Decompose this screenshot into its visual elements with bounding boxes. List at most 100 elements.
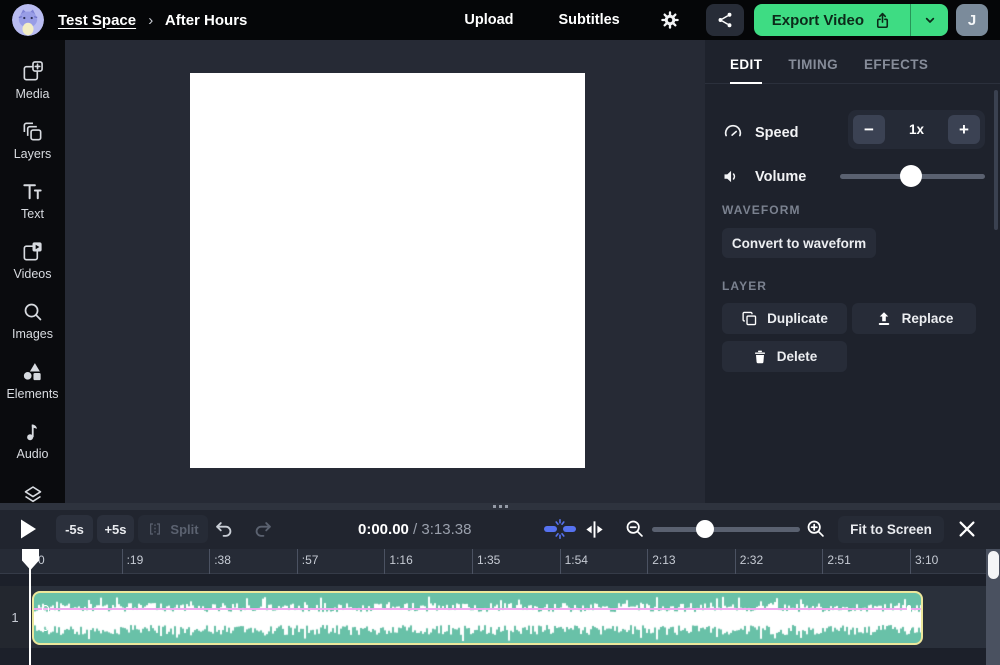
trash-icon [752,349,768,365]
breadcrumb-separator: › [148,12,153,29]
tab-timing[interactable]: TIMING [788,57,838,84]
panel-tabs: EDIT TIMING EFFECTS [705,40,1000,84]
zoom-in-icon [805,518,826,539]
ruler-tick: :57 [297,549,298,574]
time-separator: / [413,521,417,538]
volume-label: Volume [755,169,806,185]
snapping-toggle[interactable] [543,519,577,539]
sidebar-item-text[interactable]: Text [0,180,65,221]
export-group: Export Video [754,4,948,36]
speed-value: 1x [909,122,924,137]
ruler-tick: 3:10 [910,549,911,574]
user-avatar[interactable]: J [956,4,988,36]
clip-volume-line[interactable] [34,608,921,610]
clip-trim-handle-left[interactable] [42,605,49,631]
audio-waveform [34,593,921,643]
split-view-button[interactable] [583,518,606,541]
share-button[interactable] [706,4,744,36]
sidebar-item-label: Media [15,87,49,101]
chevron-down-icon [922,12,938,28]
replace-button[interactable]: Replace [852,303,976,334]
export-video-button[interactable]: Export Video [754,4,910,36]
duplicate-button[interactable]: Duplicate [722,303,847,334]
sidebar-item-videos[interactable]: Videos [0,240,65,281]
undo-button[interactable] [213,518,235,540]
speed-icon [722,120,744,142]
play-icon [18,518,38,540]
speed-increase-button[interactable]: + [948,115,980,144]
delete-button[interactable]: Delete [722,341,847,372]
edit-panel: EDIT TIMING EFFECTS Speed − 1x + Volume … [705,40,1000,503]
export-icon [873,11,892,30]
delete-label: Delete [777,349,818,364]
speed-decrease-button[interactable]: − [853,115,885,144]
volume-slider[interactable] [840,164,985,188]
video-canvas[interactable] [190,73,585,468]
export-options-button[interactable] [910,4,948,36]
cat-avatar-icon [12,4,44,36]
speed-label: Speed [755,125,799,141]
redo-button[interactable] [252,518,274,540]
zoom-out-button[interactable] [624,518,645,539]
timeline-resize-handle[interactable] [0,503,1000,510]
timeline-scrollbar[interactable] [986,549,1000,665]
breadcrumb-project[interactable]: After Hours [165,12,248,29]
panel-scrollbar[interactable] [994,90,998,230]
replace-label: Replace [902,311,954,326]
split-playhead-icon [583,518,606,541]
audio-clip[interactable] [32,591,923,645]
sidebar-item-label: Audio [17,447,49,461]
time-display: 0:00.00 / 3:13.38 [358,521,471,538]
sidebar-item-label: Videos [14,267,52,281]
timeline-zoom-thumb[interactable] [696,520,714,538]
sidebar-item-media[interactable]: Media [0,60,65,101]
duplicate-icon [741,310,758,327]
tab-effects[interactable]: EFFECTS [864,57,928,84]
fit-to-screen-button[interactable]: Fit to Screen [838,516,944,543]
convert-to-waveform-button[interactable]: Convert to waveform [722,228,876,258]
settings-button[interactable] [660,10,680,30]
zoom-in-button[interactable] [805,518,826,539]
sidebar-item-audio[interactable]: Audio [0,420,65,461]
sidebar-item-images[interactable]: Images [0,300,65,341]
close-timeline-button[interactable] [956,518,978,540]
forward-5s-button[interactable]: +5s [97,515,134,543]
timeline-scrollbar-thumb[interactable] [988,551,999,579]
total-time: 3:13.38 [421,521,471,538]
sidebar-item-label: Text [21,207,44,221]
ruler-tick: 2:13 [647,549,648,574]
stage-area [65,40,705,503]
search-icon [21,300,44,323]
ruler-tick: 2:32 [735,549,736,574]
timeline-zoom-track[interactable] [652,527,800,532]
speed-control: − 1x + [848,110,985,149]
ruler-tick: 1:16 [384,549,385,574]
split-button[interactable]: Split [138,515,208,543]
timeline-zoom-slider[interactable] [652,518,800,540]
left-sidebar: Media Layers Text Videos Images [0,40,65,503]
clip-trim-handle-right[interactable] [907,605,911,631]
track-number: 1 [0,586,30,648]
tab-edit[interactable]: EDIT [730,57,762,84]
timeline: 0:19:38:571:161:351:542:132:322:513:10 1 [0,549,1000,665]
upload-button[interactable]: Upload [464,12,513,28]
layer-section-label: LAYER [722,279,767,293]
undo-icon [213,518,235,540]
timeline-ruler[interactable]: 0:19:38:571:161:351:542:132:322:513:10 [0,549,1000,574]
workspace-logo[interactable] [12,4,44,36]
media-add-icon [21,60,44,83]
layers-icon [21,120,44,143]
sidebar-item-elements[interactable]: Elements [0,360,65,401]
sidebar-item-layers[interactable]: Layers [0,120,65,161]
play-button[interactable] [18,518,38,540]
volume-slider-thumb[interactable] [900,165,922,187]
ruler-tick: 2:51 [822,549,823,574]
rewind-5s-button[interactable]: -5s [56,515,93,543]
replace-upload-icon [875,310,893,328]
split-icon [147,521,163,537]
split-label: Split [170,522,198,537]
duplicate-label: Duplicate [767,311,828,326]
subtitles-button[interactable]: Subtitles [559,12,620,28]
breadcrumb: Test Space › After Hours [58,12,247,29]
breadcrumb-workspace[interactable]: Test Space [58,12,136,29]
